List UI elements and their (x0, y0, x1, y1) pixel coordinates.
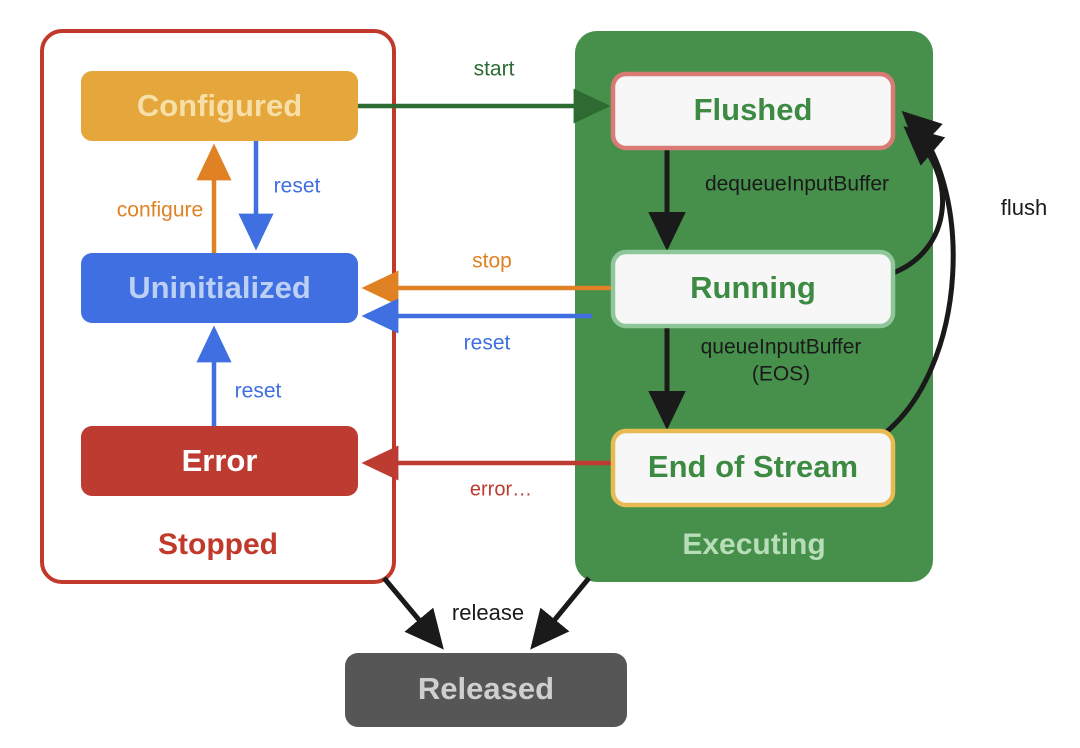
edge-label-error: error… (470, 478, 532, 500)
edge-uninitialized-to-configured: configure (117, 143, 232, 253)
error-node-label: Error (182, 443, 258, 478)
executing-group-label: Executing (682, 528, 825, 561)
uninitialized-node-label: Uninitialized (128, 270, 311, 305)
edge-label-reset-running: reset (464, 332, 511, 355)
state-diagram: Executing Stopped start reset configure … (40, 29, 1047, 727)
running-node-label: Running (690, 270, 816, 305)
stopped-group-label: Stopped (158, 528, 278, 561)
flushed-node[interactable]: Flushed (610, 71, 896, 151)
edge-label-queue-input-buffer: queueInputBuffer (701, 336, 862, 359)
edge-running-to-uninitialized-reset: reset (361, 298, 592, 355)
edge-label-dequeue-input-buffer: dequeueInputBuffer (705, 173, 889, 196)
end-of-stream-node[interactable]: End of Stream (610, 428, 896, 508)
released-node-label: Released (418, 671, 554, 706)
running-node[interactable]: Running (610, 249, 896, 329)
edge-label-reset-configured: reset (274, 175, 321, 198)
edge-label-queue-input-buffer-eos: (EOS) (752, 363, 810, 386)
edge-error-to-uninitialized: reset (196, 325, 282, 426)
error-node[interactable]: Error (81, 426, 358, 496)
edge-label-reset-error: reset (235, 380, 282, 403)
uninitialized-node[interactable]: Uninitialized (81, 253, 358, 323)
edge-executing-to-released (530, 576, 591, 650)
flushed-node-label: Flushed (694, 92, 813, 127)
edge-label-flush: flush (1001, 195, 1047, 220)
end-of-stream-node-label: End of Stream (648, 449, 858, 484)
diagram-canvas: Executing Stopped start reset configure … (0, 0, 1080, 748)
edge-stopped-to-released: release (382, 576, 524, 650)
edge-label-configure: configure (117, 199, 203, 222)
edge-label-stop: stop (472, 250, 512, 273)
released-node[interactable]: Released (345, 653, 627, 727)
edge-label-release: release (452, 600, 524, 625)
configured-node-label: Configured (137, 88, 302, 123)
edge-configured-to-uninitialized: reset (238, 141, 321, 251)
edge-label-start: start (474, 58, 515, 81)
configured-node[interactable]: Configured (81, 71, 358, 141)
